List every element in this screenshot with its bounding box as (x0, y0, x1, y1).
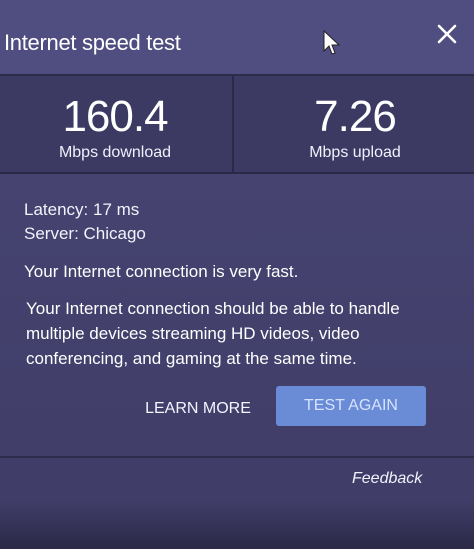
speed-description: Your Internet connection should be able … (26, 299, 400, 368)
server-text: Server: Chicago (24, 224, 146, 243)
learn-more-button[interactable]: LEARN MORE (136, 392, 260, 426)
results-panel: 160.4 Mbps download 7.26 Mbps upload (0, 76, 474, 174)
test-again-button[interactable]: TEST AGAIN (276, 386, 426, 426)
latency-text: Latency: 17 ms (24, 200, 140, 219)
download-stat: 160.4 Mbps download (0, 76, 230, 172)
upload-stat: 7.26 Mbps upload (236, 76, 474, 172)
stats-divider (232, 76, 234, 172)
feedback-link[interactable]: Feedback (352, 470, 422, 488)
download-value: 160.4 (62, 92, 168, 141)
download-label: Mbps download (58, 144, 172, 161)
bottom-shade (0, 500, 474, 549)
dialog-header: Internet speed test (0, 0, 474, 76)
close-icon[interactable] (435, 22, 459, 46)
footer-divider (0, 456, 474, 458)
speed-test-panel: Internet speed test 160.4 Mbps download … (0, 0, 474, 549)
dialog-title: Internet speed test (4, 30, 181, 55)
upload-label: Mbps upload (309, 144, 401, 161)
speed-headline: Your Internet connection is very fast. (24, 262, 299, 281)
upload-value: 7.26 (314, 92, 397, 141)
pointer-cursor-icon (323, 30, 340, 55)
connection-details: Latency: 17 ms Server: Chicago (24, 198, 444, 246)
